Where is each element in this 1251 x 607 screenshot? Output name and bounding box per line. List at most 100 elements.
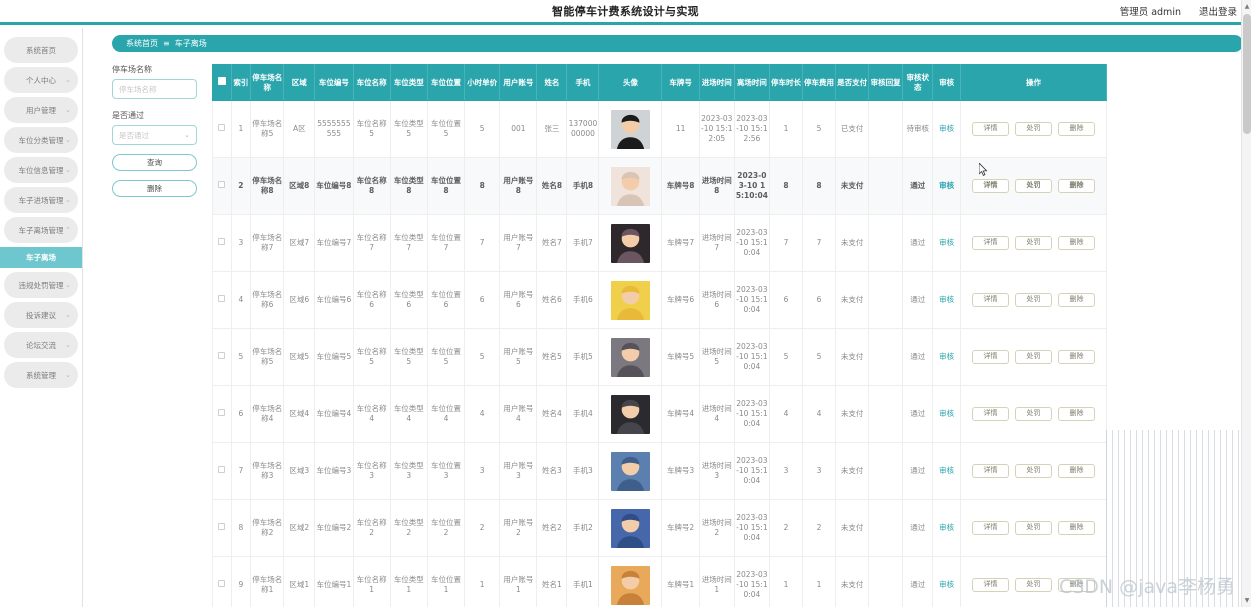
scroll-down-icon[interactable]: ▼ xyxy=(1242,594,1251,607)
delete-row-button[interactable]: 删除 xyxy=(1058,179,1096,193)
sidebar-item-8[interactable]: 违规处罚管理 ⌄ xyxy=(4,272,78,298)
detail-button[interactable]: 详情 xyxy=(972,122,1010,136)
detail-button[interactable]: 详情 xyxy=(972,464,1010,478)
detail-button[interactable]: 详情 xyxy=(972,293,1010,307)
pass-status-select[interactable]: 是否通过 ⌄ xyxy=(112,125,197,145)
delete-row-button[interactable]: 删除 xyxy=(1058,464,1096,478)
cell-hour-price: 2 xyxy=(464,499,501,557)
row-checkbox[interactable] xyxy=(212,328,232,386)
sidebar-subitem-7[interactable]: 车子离场 xyxy=(0,247,82,268)
row-checkbox[interactable] xyxy=(212,385,232,443)
sidebar-item-9[interactable]: 投诉建议 ⌄ xyxy=(4,302,78,328)
cell-spot-type: 车位类型5 xyxy=(389,328,428,386)
scroll-up-icon[interactable]: ▲ xyxy=(1242,0,1251,13)
lot-name-input[interactable]: 停车场名称 xyxy=(112,79,197,99)
sidebar-item-1[interactable]: 个人中心 ⌄ xyxy=(4,67,78,93)
delete-row-button[interactable]: 删除 xyxy=(1058,122,1096,136)
checkbox-icon[interactable] xyxy=(218,580,226,588)
detail-button[interactable]: 详情 xyxy=(972,236,1010,250)
sidebar-item-2[interactable]: 用户管理 ⌄ xyxy=(4,97,78,123)
table-row: 2 停车场名称8 区域8 车位编号8 车位名称8 车位类型8 车位位置8 8 用户账号8 姓名8 手… xyxy=(212,157,1107,215)
cell-audit-status: 通过 xyxy=(902,157,934,215)
scrollbar-thumb[interactable] xyxy=(1243,14,1251,134)
sidebar: 系统首页个人中心 ⌄ 用户管理 ⌄ 车位分类管理 ⌄ 车位信息管理 ⌄ 车子进场管理 ⌄ 车子离场管… xyxy=(0,28,83,607)
row-checkbox[interactable] xyxy=(212,442,232,500)
penalty-button[interactable]: 处罚 xyxy=(1015,236,1053,250)
penalty-button[interactable]: 处罚 xyxy=(1015,350,1053,364)
audit-link[interactable]: 审核 xyxy=(939,181,954,190)
penalty-button[interactable]: 处罚 xyxy=(1015,578,1053,592)
penalty-button[interactable]: 处罚 xyxy=(1015,179,1053,193)
delete-row-button[interactable]: 删除 xyxy=(1058,578,1096,592)
breadcrumb-home[interactable]: 系统首页 xyxy=(126,38,158,49)
checkbox-icon[interactable] xyxy=(218,124,226,132)
checkbox-icon[interactable] xyxy=(218,523,226,531)
cell-avatar xyxy=(598,385,663,443)
logout-button[interactable]: 退出登录 xyxy=(1199,4,1237,18)
cell-audit-reply xyxy=(868,271,904,329)
checkbox-icon[interactable] xyxy=(218,238,226,246)
sidebar-item-5[interactable]: 车子进场管理 ⌄ xyxy=(4,187,78,213)
cell-lot-name: 停车场名称2 xyxy=(250,499,285,557)
cell-fee: 5 xyxy=(801,328,837,386)
action-button-group: 详情 处罚 删除 xyxy=(962,236,1105,250)
select-all-checkbox[interactable] xyxy=(212,64,232,101)
cell-plate: 车牌号5 xyxy=(661,328,700,386)
row-checkbox[interactable] xyxy=(212,214,232,272)
checkbox-icon[interactable] xyxy=(218,181,226,189)
sidebar-item-0[interactable]: 系统首页 xyxy=(4,37,78,63)
cell-phone: 手机8 xyxy=(566,157,600,215)
audit-link[interactable]: 审核 xyxy=(939,466,954,475)
delete-row-button[interactable]: 删除 xyxy=(1058,521,1096,535)
detail-button[interactable]: 详情 xyxy=(972,578,1010,592)
cell-plate: 车牌号8 xyxy=(661,157,700,215)
checkbox-icon[interactable] xyxy=(218,409,226,417)
audit-link[interactable]: 审核 xyxy=(939,523,954,532)
row-checkbox[interactable] xyxy=(212,271,232,329)
sidebar-item-4[interactable]: 车位信息管理 ⌄ xyxy=(4,157,78,183)
audit-link[interactable]: 审核 xyxy=(939,352,954,361)
audit-link[interactable]: 审核 xyxy=(939,295,954,304)
delete-row-button[interactable]: 删除 xyxy=(1058,236,1096,250)
sidebar-item-11[interactable]: 系统管理 ⌄ xyxy=(4,362,78,388)
checkbox-icon[interactable] xyxy=(218,295,226,303)
penalty-button[interactable]: 处罚 xyxy=(1015,293,1053,307)
cell-paid: 未支付 xyxy=(835,328,870,386)
checkbox-icon[interactable] xyxy=(217,77,226,86)
cell-audit-reply xyxy=(868,556,904,607)
delete-row-button[interactable]: 删除 xyxy=(1058,293,1096,307)
query-button[interactable]: 查询 xyxy=(112,154,197,171)
cell-name: 姓名5 xyxy=(536,328,568,386)
detail-button[interactable]: 详情 xyxy=(972,350,1010,364)
audit-link[interactable]: 审核 xyxy=(939,580,954,589)
detail-button[interactable]: 详情 xyxy=(972,521,1010,535)
penalty-button[interactable]: 处罚 xyxy=(1015,122,1053,136)
checkbox-icon[interactable] xyxy=(218,352,226,360)
sidebar-item-3[interactable]: 车位分类管理 ⌄ xyxy=(4,127,78,153)
row-checkbox[interactable] xyxy=(212,556,232,607)
audit-link[interactable]: 审核 xyxy=(939,124,954,133)
delete-button[interactable]: 删除 xyxy=(112,180,197,197)
sidebar-item-6[interactable]: 车子离场管理 ⌃ xyxy=(4,217,78,243)
penalty-button[interactable]: 处罚 xyxy=(1015,407,1053,421)
cell-hour-price: 5 xyxy=(464,100,501,158)
delete-row-button[interactable]: 删除 xyxy=(1058,407,1096,421)
detail-button[interactable]: 详情 xyxy=(972,179,1010,193)
checkbox-icon[interactable] xyxy=(218,466,226,474)
chevron-up-icon: ⌃ xyxy=(65,226,71,234)
audit-link[interactable]: 审核 xyxy=(939,238,954,247)
penalty-button[interactable]: 处罚 xyxy=(1015,521,1053,535)
sidebar-item-10[interactable]: 论坛交流 ⌄ xyxy=(4,332,78,358)
delete-row-button[interactable]: 删除 xyxy=(1058,350,1096,364)
cell-spot-no: 车位编号4 xyxy=(314,385,354,443)
vertical-scrollbar[interactable]: ▲ ▼ xyxy=(1241,0,1251,607)
cell-actions: 详情 处罚 删除 xyxy=(960,157,1107,215)
detail-button[interactable]: 详情 xyxy=(972,407,1010,421)
row-checkbox[interactable] xyxy=(212,499,232,557)
audit-link[interactable]: 审核 xyxy=(939,409,954,418)
row-checkbox[interactable] xyxy=(212,100,232,158)
penalty-button[interactable]: 处罚 xyxy=(1015,464,1053,478)
row-checkbox[interactable] xyxy=(212,157,232,215)
cell-hour-price: 5 xyxy=(464,328,501,386)
sidebar-item-label: 用户管理 xyxy=(26,105,56,115)
